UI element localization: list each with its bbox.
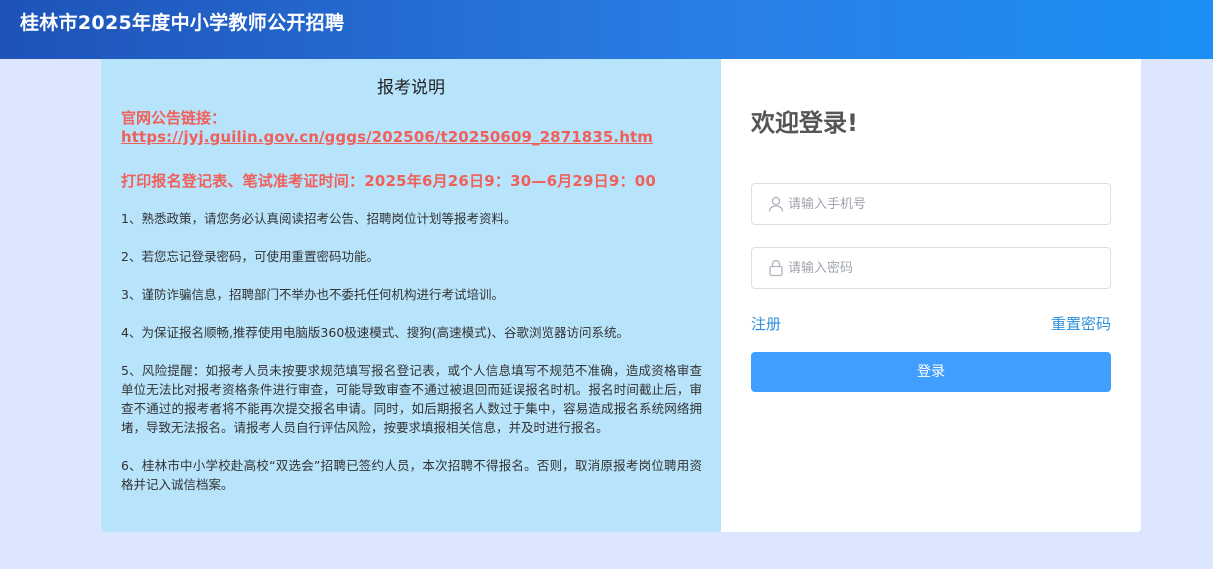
password-field[interactable] <box>751 247 1111 289</box>
login-button[interactable]: 登录 <box>751 352 1111 392</box>
main-panel: 报考说明 官网公告链接： https://jyj.guilin.gov.cn/g… <box>101 59 1141 532</box>
page-title: 桂林市2025年度中小学教师公开招聘 <box>20 12 345 34</box>
password-input[interactable] <box>788 248 1098 288</box>
login-section: 欢迎登录! 注册 重置密码 登录 <box>721 59 1141 532</box>
notice-item: 5、风险提醒：如报考人员未按要求规范填写报名登记表，或个人信息填写不规范不准确，… <box>121 363 702 435</box>
reset-password-link[interactable]: 重置密码 <box>1051 313 1111 334</box>
user-icon <box>768 196 784 212</box>
phone-field[interactable] <box>751 183 1111 225</box>
page-header: 桂林市2025年度中小学教师公开招聘 <box>0 0 1213 59</box>
register-link[interactable]: 注册 <box>751 313 781 334</box>
notice-item: 6、桂林市中小学校赴高校“双选会”招聘已签约人员，本次招聘不得报名。否则，取消原… <box>121 458 702 492</box>
phone-input[interactable] <box>788 184 1098 224</box>
announcement-link-label: 官网公告链接： <box>121 109 227 127</box>
notice-section: 报考说明 官网公告链接： https://jyj.guilin.gov.cn/g… <box>101 59 721 532</box>
print-time-notice: 打印报名登记表、笔试准考证时间：2025年6月26日9：30—6月29日9：00 <box>121 172 656 190</box>
notice-item: 4、为保证报名顺畅,推荐使用电脑版360极速模式、搜狗(高速模式)、谷歌浏览器访… <box>121 325 630 340</box>
login-title: 欢迎登录! <box>751 109 858 137</box>
notice-item: 3、谨防诈骗信息，招聘部门不举办也不委托任何机构进行考试培训。 <box>121 287 504 302</box>
notice-title: 报考说明 <box>377 78 445 98</box>
notice-item: 1、熟悉政策，请您务必认真阅读招考公告、招聘岗位计划等报考资料。 <box>121 211 517 226</box>
notice-list: 1、熟悉政策，请您务必认真阅读招考公告、招聘岗位计划等报考资料。 2、若您忘记登… <box>121 209 702 513</box>
announcement-link[interactable]: https://jyj.guilin.gov.cn/gggs/202506/t2… <box>121 128 653 146</box>
lock-icon <box>769 260 783 277</box>
notice-item: 2、若您忘记登录密码，可使用重置密码功能。 <box>121 249 379 264</box>
